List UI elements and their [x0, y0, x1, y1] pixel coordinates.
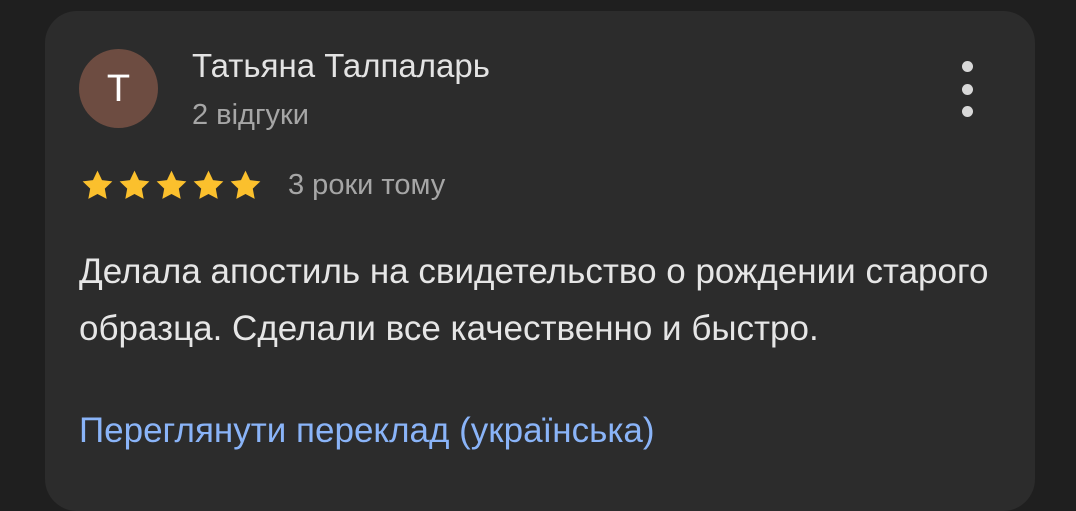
author-name[interactable]: Татьяна Талпаларь [192, 47, 490, 85]
avatar[interactable]: T [79, 49, 158, 128]
avatar-letter: T [106, 67, 131, 110]
author-review-count[interactable]: 2 відгуки [192, 99, 309, 132]
more-options-button[interactable] [947, 61, 987, 117]
review-text: Делала апостиль на свидетельство о рожде… [79, 252, 989, 348]
star-icon [119, 170, 150, 199]
review-card: T Татьяна Талпаларь 2 відгуки 3 роки том… [45, 11, 1035, 511]
rating-row: 3 роки тому [79, 165, 445, 205]
star-icon [82, 170, 113, 199]
star-icon [193, 170, 224, 199]
more-vertical-icon [961, 61, 973, 72]
more-vertical-icon [961, 106, 973, 117]
star-icon [156, 170, 187, 199]
star-rating [79, 168, 264, 203]
star-icon [230, 170, 261, 199]
review-date: 3 роки тому [288, 168, 446, 201]
more-vertical-icon [961, 83, 973, 95]
translate-link[interactable]: Переглянути переклад (українська) [79, 411, 655, 451]
